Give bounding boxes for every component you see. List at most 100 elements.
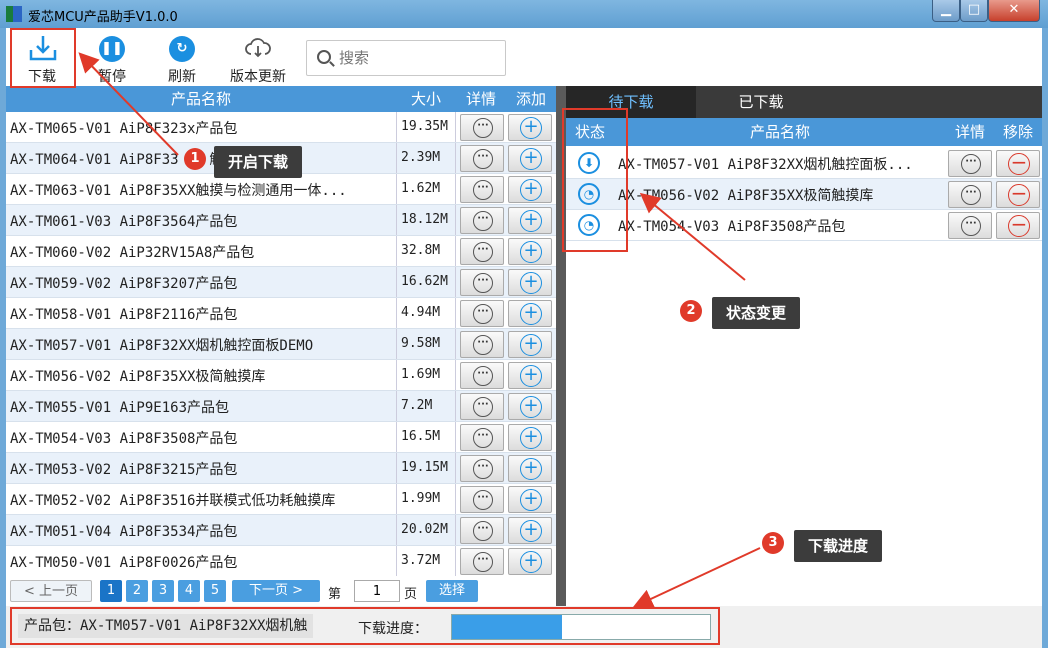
table-row[interactable]: AX-TM060-V02 AiP32RV15A8产品包 32.8M ··· + bbox=[6, 236, 556, 267]
detail-button[interactable]: ··· bbox=[460, 455, 504, 482]
plus-icon: + bbox=[520, 272, 542, 294]
add-button[interactable]: + bbox=[508, 362, 552, 389]
remove-button[interactable]: − bbox=[996, 150, 1040, 177]
queue-row[interactable]: ◔ AX-TM056-V02 AiP8F35XX极简触摸库 ··· − bbox=[566, 179, 1042, 210]
detail-button[interactable]: ··· bbox=[948, 150, 992, 177]
table-row[interactable]: AX-TM051-V04 AiP8F3534产品包 20.02M ··· + bbox=[6, 515, 556, 546]
detail-button[interactable]: ··· bbox=[948, 181, 992, 208]
detail-button[interactable]: ··· bbox=[460, 548, 504, 575]
header-detail: 详情 bbox=[946, 118, 994, 146]
add-button[interactable]: + bbox=[508, 424, 552, 451]
more-icon: ··· bbox=[473, 397, 493, 417]
highlight-status-column bbox=[562, 108, 628, 252]
search-input[interactable] bbox=[339, 47, 499, 69]
cloud-download-icon bbox=[245, 38, 271, 58]
tab-downloaded[interactable]: 已下载 bbox=[696, 86, 826, 118]
table-row[interactable]: AX-TM059-V02 AiP8F3207产品包 16.62M ··· + bbox=[6, 267, 556, 298]
search-box[interactable] bbox=[306, 40, 506, 76]
page-button[interactable]: 2 bbox=[126, 580, 148, 602]
header-remove: 移除 bbox=[994, 118, 1042, 146]
title-bar: 爱芯MCU产品助手V1.0.0 ▁ □ ✕ bbox=[0, 0, 1048, 28]
detail-button[interactable]: ··· bbox=[460, 176, 504, 203]
plus-icon: + bbox=[520, 241, 542, 263]
detail-button[interactable]: ··· bbox=[460, 393, 504, 420]
next-page-button[interactable]: 下一页 > bbox=[232, 580, 320, 602]
page-button[interactable]: 4 bbox=[178, 580, 200, 602]
table-row[interactable]: AX-TM056-V02 AiP8F35XX极简触摸库 1.69M ··· + bbox=[6, 360, 556, 391]
product-name: AX-TM058-V01 AiP8F2116产品包 bbox=[10, 307, 238, 323]
update-button[interactable]: 版本更新 bbox=[222, 30, 294, 85]
add-button[interactable]: + bbox=[508, 486, 552, 513]
detail-button[interactable]: ··· bbox=[460, 238, 504, 265]
add-button[interactable]: + bbox=[508, 207, 552, 234]
plus-icon: + bbox=[520, 458, 542, 480]
detail-button[interactable]: ··· bbox=[460, 145, 504, 172]
plus-icon: + bbox=[520, 334, 542, 356]
more-icon: ··· bbox=[473, 459, 493, 479]
product-size: 9.58M bbox=[396, 329, 456, 359]
maximize-button[interactable]: □ bbox=[960, 0, 988, 22]
table-row[interactable]: AX-TM061-V03 AiP8F3564产品包 18.12M ··· + bbox=[6, 205, 556, 236]
callout-2: 状态变更 bbox=[712, 297, 801, 329]
table-row[interactable]: AX-TM063-V01 AiP8F35XX触摸与检测通用一体... 1.62M ·… bbox=[6, 174, 556, 205]
table-row[interactable]: AX-TM054-V03 AiP8F3508产品包 16.5M ··· + bbox=[6, 422, 556, 453]
add-button[interactable]: + bbox=[508, 517, 552, 544]
prev-page-button[interactable]: < 上一页 bbox=[10, 580, 92, 602]
more-icon: ··· bbox=[473, 118, 493, 138]
detail-button[interactable]: ··· bbox=[460, 269, 504, 296]
more-icon: ··· bbox=[473, 521, 493, 541]
page-button[interactable]: 1 bbox=[100, 580, 122, 602]
add-button[interactable]: + bbox=[508, 300, 552, 327]
pause-button[interactable]: ❚❚ 暂停 bbox=[82, 30, 142, 85]
detail-button[interactable]: ··· bbox=[460, 300, 504, 327]
table-row[interactable]: AX-TM057-V01 AiP8F32XX烟机触控面板DEMO 9.58M ···… bbox=[6, 329, 556, 360]
add-button[interactable]: + bbox=[508, 269, 552, 296]
add-button[interactable]: + bbox=[508, 331, 552, 358]
select-page-button[interactable]: 选择 bbox=[426, 580, 478, 602]
add-button[interactable]: + bbox=[508, 455, 552, 482]
table-row[interactable]: AX-TM053-V02 AiP8F3215产品包 19.15M ··· + bbox=[6, 453, 556, 484]
window-title: 爱芯MCU产品助手V1.0.0 bbox=[28, 10, 178, 25]
product-name: AX-TM054-V03 AiP8F3508产品包 bbox=[10, 431, 238, 447]
table-row[interactable]: AX-TM058-V01 AiP8F2116产品包 4.94M ··· + bbox=[6, 298, 556, 329]
table-row[interactable]: AX-TM050-V01 AiP8F0026产品包 3.72M ··· + bbox=[6, 546, 556, 577]
detail-button[interactable]: ··· bbox=[460, 114, 504, 141]
add-button[interactable]: + bbox=[508, 114, 552, 141]
table-row[interactable]: AX-TM052-V02 AiP8F3516并联模式低功耗触摸库 1.99M ···… bbox=[6, 484, 556, 515]
remove-button[interactable]: − bbox=[996, 212, 1040, 239]
add-button[interactable]: + bbox=[508, 145, 552, 172]
product-size: 18.12M bbox=[396, 205, 456, 235]
close-button[interactable]: ✕ bbox=[988, 0, 1040, 22]
minimize-button[interactable]: ▁ bbox=[932, 0, 960, 22]
table-row[interactable]: AX-TM065-V01 AiP8F323x产品包 19.35M ··· + bbox=[6, 112, 556, 143]
detail-button[interactable]: ··· bbox=[460, 517, 504, 544]
queue-row[interactable]: ⬇ AX-TM057-V01 AiP8F32XX烟机触控面板... ··· − bbox=[566, 148, 1042, 179]
add-button[interactable]: + bbox=[508, 238, 552, 265]
plus-icon: + bbox=[520, 148, 542, 170]
detail-button[interactable]: ··· bbox=[460, 207, 504, 234]
table-row[interactable]: AX-TM055-V01 AiP9E163产品包 7.2M ··· + bbox=[6, 391, 556, 422]
download-queue-panel: 待下载 已下载 状态 产品名称 详情 移除 ⬇ AX-TM057-V01 AiP8… bbox=[566, 86, 1042, 606]
add-button[interactable]: + bbox=[508, 176, 552, 203]
more-icon: ··· bbox=[961, 154, 981, 174]
product-size: 4.94M bbox=[396, 298, 456, 328]
detail-button[interactable]: ··· bbox=[460, 331, 504, 358]
refresh-button[interactable]: ↻ 刷新 bbox=[152, 30, 212, 85]
detail-button[interactable]: ··· bbox=[948, 212, 992, 239]
queue-row[interactable]: ◔ AX-TM054-V03 AiP8F3508产品包 ··· − bbox=[566, 210, 1042, 241]
page-number-input[interactable] bbox=[354, 580, 400, 602]
add-button[interactable]: + bbox=[508, 393, 552, 420]
product-size: 1.69M bbox=[396, 360, 456, 390]
detail-button[interactable]: ··· bbox=[460, 486, 504, 513]
detail-button[interactable]: ··· bbox=[460, 362, 504, 389]
page-suffix: 页 bbox=[404, 587, 418, 602]
more-icon: ··· bbox=[473, 490, 493, 510]
product-size: 7.2M bbox=[396, 391, 456, 421]
remove-button[interactable]: − bbox=[996, 181, 1040, 208]
detail-button[interactable]: ··· bbox=[460, 424, 504, 451]
add-button[interactable]: + bbox=[508, 548, 552, 575]
callout-2-number: 2 bbox=[680, 300, 702, 322]
product-name: AX-TM057-V01 AiP8F32XX烟机触控面板DEMO bbox=[10, 338, 314, 354]
page-button[interactable]: 3 bbox=[152, 580, 174, 602]
page-button[interactable]: 5 bbox=[204, 580, 226, 602]
